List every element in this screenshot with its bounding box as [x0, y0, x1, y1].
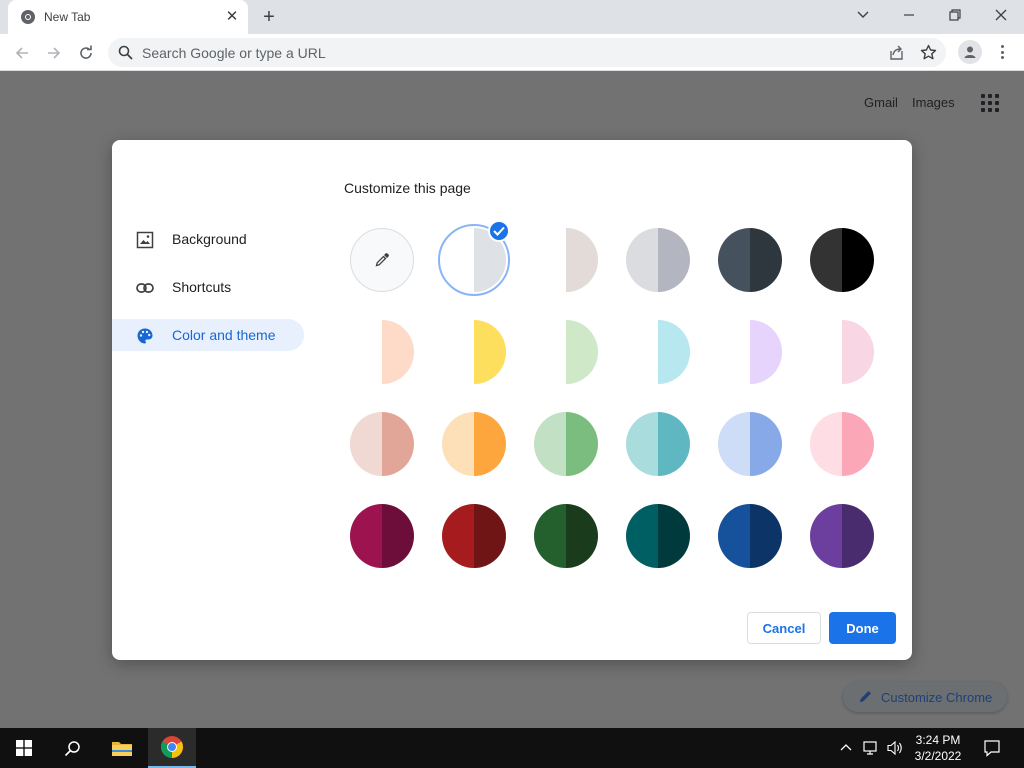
color-swatch[interactable]	[626, 228, 690, 292]
title-bar: New Tab ✕ +	[0, 0, 1024, 34]
chevron-up-icon[interactable]	[840, 740, 852, 754]
customize-chrome-button[interactable]: Customize Chrome	[843, 682, 1007, 712]
search-taskbar-button[interactable]	[48, 728, 96, 768]
color-swatch[interactable]	[442, 320, 506, 384]
color-swatch[interactable]	[534, 412, 598, 476]
check-icon	[493, 226, 505, 236]
restore-button[interactable]	[932, 0, 978, 30]
close-window-button[interactable]	[978, 0, 1024, 30]
sidebar-item-background[interactable]: Background	[112, 223, 304, 255]
color-swatch[interactable]	[442, 504, 506, 568]
chevron-down-icon	[857, 11, 869, 18]
color-swatch[interactable]	[350, 504, 414, 568]
selected-check-icon	[488, 220, 510, 242]
minimize-icon	[904, 14, 914, 16]
chrome-taskbar-button[interactable]	[148, 728, 196, 768]
color-swatch[interactable]	[534, 504, 598, 568]
more-menu-button[interactable]	[994, 42, 1010, 62]
images-link[interactable]: Images	[912, 95, 955, 110]
color-swatch[interactable]	[718, 228, 782, 292]
reload-icon	[80, 45, 92, 59]
notification-icon[interactable]	[983, 739, 1001, 757]
file-explorer-button[interactable]	[98, 728, 146, 768]
color-swatch[interactable]	[626, 504, 690, 568]
customize-dialog: Customize this page Background Shortcuts…	[112, 140, 912, 660]
volume-icon[interactable]	[886, 740, 904, 756]
browser-toolbar: Search Google or type a URL	[0, 34, 1024, 71]
palette-icon	[137, 328, 153, 344]
sidebar-item-color-and-theme[interactable]: Color and theme	[112, 319, 304, 351]
color-swatch[interactable]	[534, 320, 598, 384]
color-swatch[interactable]	[810, 320, 874, 384]
forward-button[interactable]	[41, 40, 67, 66]
system-clock[interactable]: 3:24 PM 3/2/2022	[908, 732, 968, 764]
google-apps-icon[interactable]	[981, 94, 999, 112]
back-button[interactable]	[9, 40, 35, 66]
customize-chrome-label: Customize Chrome	[881, 690, 993, 705]
restore-icon	[949, 9, 961, 21]
search-icon	[64, 740, 80, 756]
color-swatch[interactable]	[810, 504, 874, 568]
image-icon	[136, 231, 154, 249]
color-swatch[interactable]	[718, 504, 782, 568]
color-swatch[interactable]	[626, 412, 690, 476]
tab-search-button[interactable]	[840, 0, 886, 30]
color-swatch[interactable]	[810, 412, 874, 476]
color-swatch[interactable]	[810, 228, 874, 292]
person-icon	[964, 46, 976, 58]
minimize-button[interactable]	[886, 0, 932, 30]
color-swatch[interactable]	[626, 320, 690, 384]
sidebar-item-label: Background	[172, 231, 247, 247]
windows-logo-icon	[16, 740, 32, 756]
cancel-button[interactable]: Cancel	[747, 612, 821, 644]
link-icon	[136, 283, 154, 293]
chrome-icon	[161, 736, 183, 758]
windows-taskbar: 3:24 PM 3/2/2022	[0, 728, 1024, 768]
folder-icon	[112, 742, 132, 756]
share-icon[interactable]	[888, 44, 905, 61]
tab-close-button[interactable]: ✕	[224, 9, 240, 25]
clock-date: 3/2/2022	[914, 749, 962, 763]
color-swatch[interactable]	[718, 412, 782, 476]
omnibox[interactable]: Search Google or type a URL	[108, 38, 946, 67]
reload-button[interactable]	[73, 40, 99, 66]
color-swatch[interactable]	[534, 228, 598, 292]
start-button[interactable]	[0, 728, 48, 768]
search-icon	[118, 45, 133, 60]
eyedropper-icon	[375, 253, 389, 267]
dialog-title: Customize this page	[344, 180, 471, 196]
sidebar-item-label: Color and theme	[172, 327, 276, 343]
arrow-right-icon	[48, 47, 61, 59]
custom-color-swatch[interactable]	[350, 228, 414, 292]
new-tab-button[interactable]: +	[258, 7, 280, 29]
profile-button[interactable]	[958, 40, 982, 64]
star-icon[interactable]	[920, 44, 937, 61]
arrow-left-icon	[15, 47, 28, 59]
done-button[interactable]: Done	[829, 612, 896, 644]
sidebar-item-shortcuts[interactable]: Shortcuts	[112, 271, 304, 303]
omnibox-placeholder: Search Google or type a URL	[142, 45, 326, 61]
close-icon	[995, 9, 1007, 21]
color-swatch[interactable]	[350, 320, 414, 384]
tab-title: New Tab	[44, 10, 91, 24]
color-swatch[interactable]	[350, 412, 414, 476]
color-swatch[interactable]	[718, 320, 782, 384]
network-icon[interactable]	[862, 740, 880, 756]
tab-new-tab[interactable]: New Tab ✕	[8, 0, 248, 34]
gmail-link[interactable]: Gmail	[864, 95, 898, 110]
clock-time: 3:24 PM	[915, 733, 961, 747]
color-swatch[interactable]	[442, 412, 506, 476]
pencil-icon	[860, 691, 871, 702]
chrome-favicon-icon	[21, 10, 35, 24]
sidebar-item-label: Shortcuts	[172, 279, 232, 295]
